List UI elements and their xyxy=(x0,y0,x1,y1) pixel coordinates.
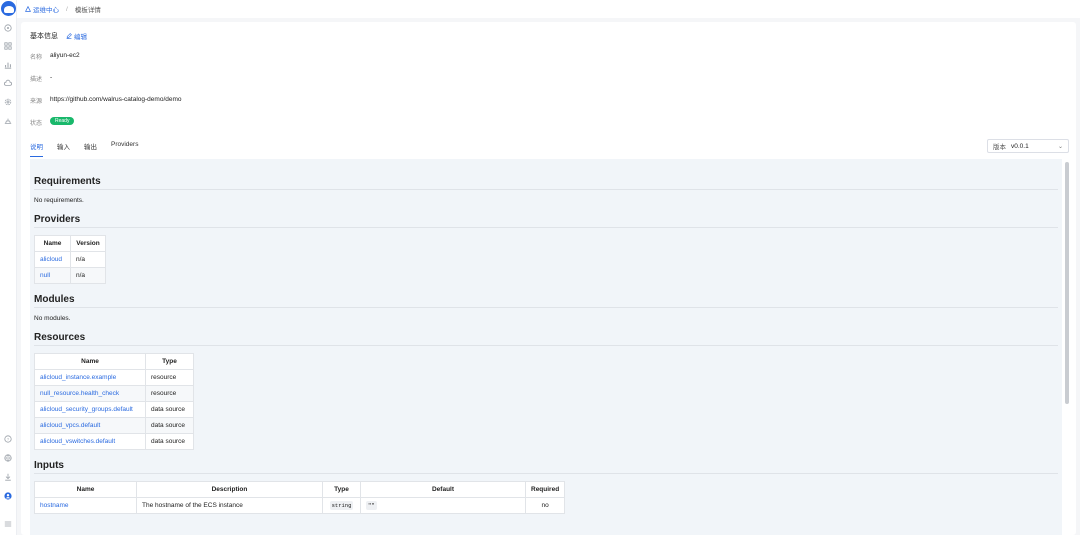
menu-icon[interactable] xyxy=(3,519,13,529)
providers-header-name: Name xyxy=(34,235,71,252)
globe-icon[interactable] xyxy=(3,453,13,463)
basic-info-title: 基本信息 xyxy=(30,33,58,40)
inputs-header-default: Default xyxy=(360,481,526,498)
cloud-icon[interactable] xyxy=(3,78,13,88)
requirements-text: No requirements. xyxy=(34,197,84,204)
edit-icon xyxy=(66,33,72,39)
svg-text:?: ? xyxy=(7,437,10,442)
inputs-heading: Inputs xyxy=(34,460,1058,474)
table-cell: data source xyxy=(145,401,194,418)
resource-link[interactable]: alicloud_security_groups.default xyxy=(40,406,133,413)
user-icon[interactable] xyxy=(3,491,13,501)
providers-heading: Providers xyxy=(34,214,1058,228)
ops-icon xyxy=(25,6,31,12)
description-value: - xyxy=(50,74,53,81)
name-value: aliyun-ec2 xyxy=(50,52,80,59)
code-default: "" xyxy=(366,501,377,510)
modules-text: No modules. xyxy=(34,315,71,322)
resources-header-type: Type xyxy=(145,353,194,370)
inputs-header-required: Required xyxy=(524,481,566,498)
table-row: alicloud_security_groups.default data so… xyxy=(34,401,194,418)
inputs-header-type: Type xyxy=(322,481,361,498)
description-label: 描述 xyxy=(30,77,43,83)
tabs: 说明 输入 输出 Providers xyxy=(30,141,152,157)
basic-info-header: 基本信息 编辑 xyxy=(30,31,87,41)
table-row: null n/a xyxy=(34,267,106,284)
inputs-table: Name Description Type Default Required h… xyxy=(34,481,566,514)
inputs-header-name: Name xyxy=(34,481,137,498)
resource-link[interactable]: alicloud_vpcs.default xyxy=(40,422,100,429)
table-cell: The hostname of the ECS instance xyxy=(136,497,323,514)
version-value: v0.0.1 xyxy=(1011,142,1029,150)
tab-outputs[interactable]: 输出 xyxy=(84,141,97,157)
table-row: alicloud n/a xyxy=(34,251,106,268)
table-cell: n/a xyxy=(70,251,106,268)
resources-table: Name Type alicloud_instance.example reso… xyxy=(34,353,194,450)
version-label: 版本 xyxy=(993,144,1006,151)
tab-providers[interactable]: Providers xyxy=(111,141,138,157)
chart-icon[interactable] xyxy=(3,60,13,70)
resource-link[interactable]: null_resource.health_check xyxy=(40,390,119,397)
dashboard-icon[interactable] xyxy=(3,23,13,33)
modules-heading: Modules xyxy=(34,294,1058,308)
table-cell: data source xyxy=(145,417,194,434)
tab-inputs[interactable]: 输入 xyxy=(57,141,70,157)
help-icon[interactable]: ? xyxy=(3,434,13,444)
table-cell: resource xyxy=(145,369,194,386)
source-label: 来源 xyxy=(30,99,43,105)
provider-link[interactable]: null xyxy=(40,272,50,279)
table-row: null_resource.health_check resource xyxy=(34,385,194,402)
input-link[interactable]: hostname xyxy=(40,502,69,509)
main-panel: 基本信息 编辑 名称 aliyun-ec2 描述 - 来源 https://gi… xyxy=(21,22,1076,535)
providers-table: Name Version alicloud n/a null n/a xyxy=(34,235,106,284)
edit-button[interactable]: 编辑 xyxy=(66,31,87,41)
table-row: alicloud_vswitches.default data source xyxy=(34,433,194,450)
requirements-heading: Requirements xyxy=(34,176,1058,190)
grid-icon[interactable] xyxy=(3,41,13,51)
table-cell: n/a xyxy=(70,267,106,284)
table-row: hostname The hostname of the ECS instanc… xyxy=(34,497,566,514)
name-label: 名称 xyxy=(30,55,43,61)
provider-link[interactable]: alicloud xyxy=(40,256,62,263)
status-label: 状态 xyxy=(30,121,43,127)
status-badge: Ready xyxy=(50,117,75,125)
app-logo[interactable] xyxy=(1,1,16,16)
breadcrumb-current: 模板详情 xyxy=(74,7,101,14)
table-cell: data source xyxy=(145,433,194,450)
table-row: alicloud_instance.example resource xyxy=(34,369,194,386)
readme-scrollbar[interactable] xyxy=(1065,162,1069,404)
resource-link[interactable]: alicloud_instance.example xyxy=(40,374,116,381)
table-cell: no xyxy=(524,497,566,514)
breadcrumb-parent-label: 运维中心 xyxy=(33,7,59,14)
breadcrumb-parent[interactable]: 运维中心 xyxy=(25,4,59,14)
tab-readme[interactable]: 说明 xyxy=(30,141,43,157)
download-icon[interactable] xyxy=(3,472,13,482)
deploy-icon[interactable] xyxy=(3,116,13,126)
source-value: https://github.com/walrus-catalog-demo/d… xyxy=(50,96,182,103)
breadcrumb-separator: / xyxy=(66,5,68,13)
resources-heading: Resources xyxy=(34,332,1058,346)
resources-header-name: Name xyxy=(34,353,146,370)
providers-header-version: Version xyxy=(70,235,106,252)
readme-content: Requirements No requirements. Providers … xyxy=(30,159,1062,535)
inputs-header-description: Description xyxy=(136,481,323,498)
resource-link[interactable]: alicloud_vswitches.default xyxy=(40,438,115,445)
settings-icon[interactable] xyxy=(3,97,13,107)
topbar: 运维中心 / 模板详情 xyxy=(17,0,1080,18)
chevron-down-icon: ⌄ xyxy=(1057,144,1063,150)
table-row: alicloud_vpcs.default data source xyxy=(34,417,194,434)
edit-label: 编辑 xyxy=(74,34,87,41)
code-type: string xyxy=(329,501,354,510)
version-select[interactable]: 版本 v0.0.1 ⌄ xyxy=(987,139,1069,153)
sidebar: ? xyxy=(0,0,17,535)
table-cell: resource xyxy=(145,385,194,402)
